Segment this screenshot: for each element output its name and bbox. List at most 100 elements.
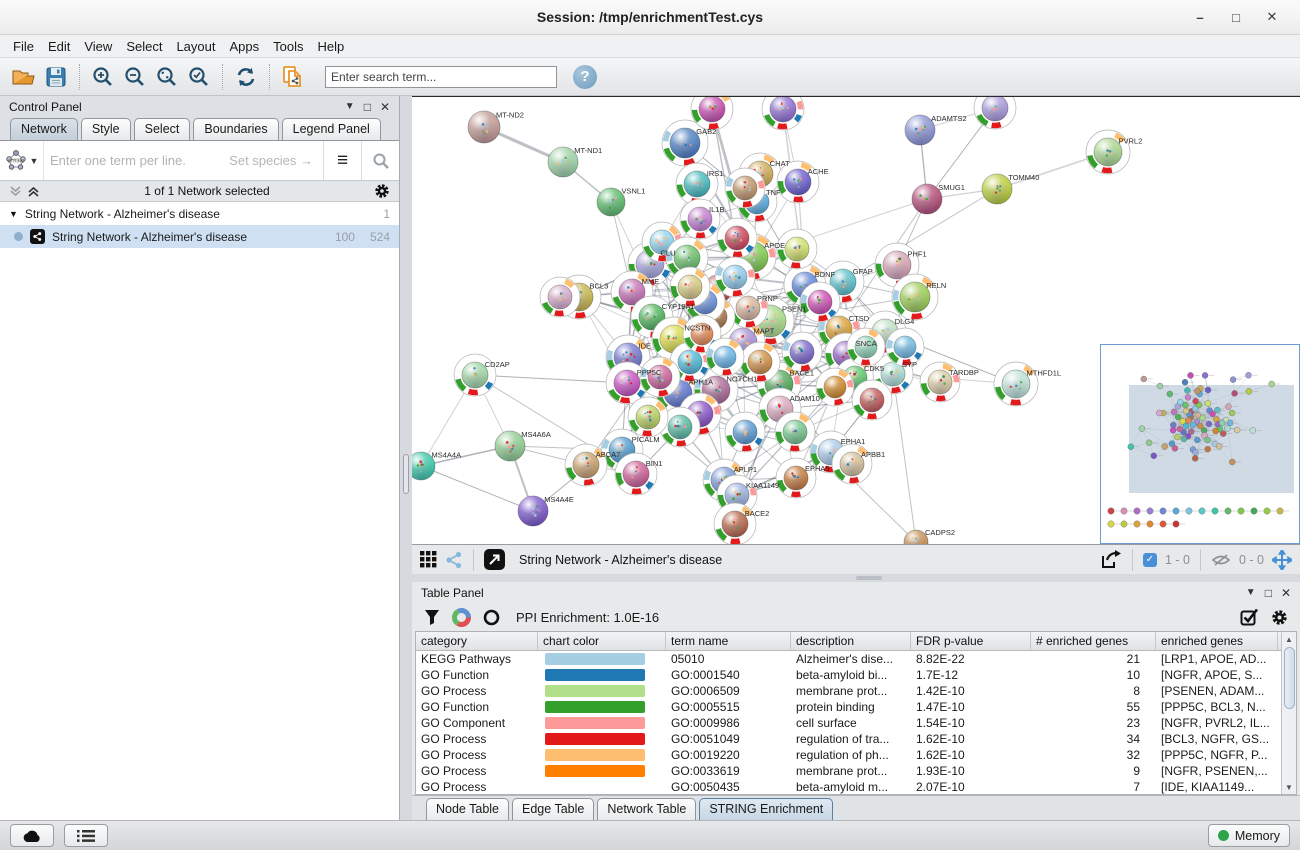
column-header-1[interactable]: chart color <box>538 632 666 650</box>
export-network-icon[interactable] <box>1100 550 1122 570</box>
network-node[interactable] <box>816 368 854 406</box>
column-header-2[interactable]: term name <box>666 632 791 650</box>
menu-select[interactable]: Select <box>119 37 169 56</box>
remove-chart-icon[interactable] <box>483 609 500 626</box>
float-panel-icon[interactable]: □ <box>364 100 371 114</box>
help-button[interactable]: ? <box>573 65 597 89</box>
tab-network[interactable]: Network <box>10 118 78 140</box>
zoom-out-button[interactable] <box>119 62 151 92</box>
chart-settings-icon[interactable] <box>452 608 471 627</box>
table-row[interactable]: GO ProcessGO:0050435beta-amyloid m...2.0… <box>416 779 1281 794</box>
network-node[interactable] <box>540 277 580 317</box>
string-protein-query-button[interactable]: STRING ▼ <box>0 141 44 180</box>
table-row[interactable]: GO ProcessGO:0019220regulation of ph...1… <box>416 747 1281 763</box>
tab-network-table[interactable]: Network Table <box>597 798 696 820</box>
network-node[interactable] <box>852 380 892 420</box>
network-node[interactable] <box>800 282 840 322</box>
column-header-4[interactable]: FDR p-value <box>911 632 1031 650</box>
birds-eye-view[interactable] <box>1100 344 1300 544</box>
network-node[interactable] <box>717 218 757 258</box>
close-panel-icon[interactable]: ✕ <box>1281 586 1291 600</box>
cloud-tasks-button[interactable] <box>10 824 54 847</box>
column-header-5[interactable]: # enriched genes <box>1031 632 1156 650</box>
close-button[interactable]: ✕ <box>1254 9 1290 25</box>
network-node[interactable] <box>706 338 744 376</box>
zoom-fit-button[interactable] <box>151 62 183 92</box>
horizontal-splitter[interactable] <box>412 574 1300 582</box>
open-session-button[interactable] <box>8 62 40 92</box>
clone-network-button[interactable] <box>277 62 309 92</box>
network-node[interactable] <box>775 412 815 452</box>
network-node[interactable] <box>762 97 804 130</box>
splitter-grip[interactable] <box>856 576 882 580</box>
splitter-grip[interactable] <box>403 454 409 494</box>
column-header-6[interactable]: enriched genes <box>1156 632 1278 650</box>
network-node[interactable] <box>782 332 822 372</box>
string-search-button[interactable] <box>361 141 399 180</box>
table-row[interactable]: GO ProcessGO:0006509membrane prot...1.42… <box>416 683 1281 699</box>
menu-tools[interactable]: Tools <box>266 37 310 56</box>
scrollbar-thumb[interactable] <box>1284 647 1295 709</box>
tab-node-table[interactable]: Node Table <box>426 798 509 820</box>
refresh-button[interactable] <box>230 62 262 92</box>
open-in-browser-button[interactable] <box>484 549 505 570</box>
birds-eye-toggle-icon[interactable] <box>445 551 463 569</box>
search-input[interactable] <box>325 66 557 88</box>
task-history-button[interactable] <box>64 824 108 847</box>
table-row[interactable]: GO FunctionGO:0001540beta-amyloid bi...1… <box>416 667 1281 683</box>
memory-button[interactable]: Memory <box>1208 824 1290 847</box>
species-hint[interactable]: Set species → <box>229 153 313 168</box>
selected-checkbox-icon[interactable]: ✓ <box>1143 553 1157 567</box>
string-options-button[interactable]: ≡ <box>323 141 361 180</box>
column-header-0[interactable]: category <box>416 632 538 650</box>
grid-view-icon[interactable] <box>420 551 437 568</box>
network-node[interactable] <box>715 257 755 297</box>
collapse-all-icon[interactable] <box>9 185 22 198</box>
select-checkbox-icon[interactable] <box>1240 608 1259 627</box>
table-row[interactable]: GO FunctionGO:0005515protein binding1.47… <box>416 699 1281 715</box>
tab-edge-table[interactable]: Edge Table <box>512 798 594 820</box>
vertical-splitter[interactable] <box>400 96 412 820</box>
tree-expand-icon[interactable]: ▼ <box>9 209 18 219</box>
table-row[interactable]: GO ComponentGO:0009986cell surface1.54E-… <box>416 715 1281 731</box>
gear-icon[interactable] <box>1271 609 1288 626</box>
string-query-input[interactable] <box>44 153 229 168</box>
network-node[interactable] <box>974 97 1016 129</box>
hidden-eye-icon[interactable] <box>1211 553 1231 567</box>
column-header-3[interactable]: description <box>791 632 911 650</box>
float-panel-icon[interactable]: □ <box>1265 586 1272 600</box>
zoom-in-button[interactable] <box>87 62 119 92</box>
gear-icon[interactable] <box>374 183 390 199</box>
network-row[interactable]: String Network - Alzheimer's disease 100… <box>0 225 399 248</box>
tab-string-enrichment[interactable]: STRING Enrichment <box>699 798 833 820</box>
network-node[interactable] <box>670 267 710 307</box>
menu-apps[interactable]: Apps <box>223 37 267 56</box>
network-collection-row[interactable]: ▼ String Network - Alzheimer's disease 1 <box>0 202 399 225</box>
pan-tool-icon[interactable] <box>1272 550 1292 570</box>
panel-menu-icon[interactable]: ▼ <box>1246 587 1256 598</box>
menu-file[interactable]: File <box>6 37 41 56</box>
zoom-selected-button[interactable] <box>183 62 215 92</box>
network-canvas[interactable]: MT-ND2MT-ND1VSNL1GAB2ADAMTS2PVRL2TOMM40S… <box>412 96 1300 544</box>
maximize-button[interactable]: □ <box>1218 10 1254 25</box>
panel-menu-icon[interactable]: ▼ <box>345 101 355 112</box>
menu-layout[interactable]: Layout <box>169 37 222 56</box>
table-scrollbar[interactable]: ▲ ▼ <box>1281 632 1296 794</box>
tab-select[interactable]: Select <box>134 118 191 140</box>
network-node[interactable] <box>725 168 765 208</box>
filter-icon[interactable] <box>424 609 440 625</box>
save-session-button[interactable] <box>40 62 72 92</box>
table-row[interactable]: KEGG Pathways05010Alzheimer's dise...8.8… <box>416 651 1281 667</box>
network-node[interactable] <box>725 412 765 452</box>
minimize-button[interactable]: – <box>1182 10 1218 25</box>
menu-view[interactable]: View <box>77 37 119 56</box>
table-row[interactable]: GO ProcessGO:0033619membrane prot...1.93… <box>416 763 1281 779</box>
tab-legend-panel[interactable]: Legend Panel <box>282 118 381 140</box>
menu-help[interactable]: Help <box>311 37 352 56</box>
scroll-up-icon[interactable]: ▲ <box>1285 632 1293 646</box>
close-panel-icon[interactable]: ✕ <box>380 100 390 114</box>
tab-style[interactable]: Style <box>81 118 131 140</box>
tab-boundaries[interactable]: Boundaries <box>193 118 278 140</box>
menu-edit[interactable]: Edit <box>41 37 77 56</box>
table-row[interactable]: GO ProcessGO:0051049regulation of tra...… <box>416 731 1281 747</box>
